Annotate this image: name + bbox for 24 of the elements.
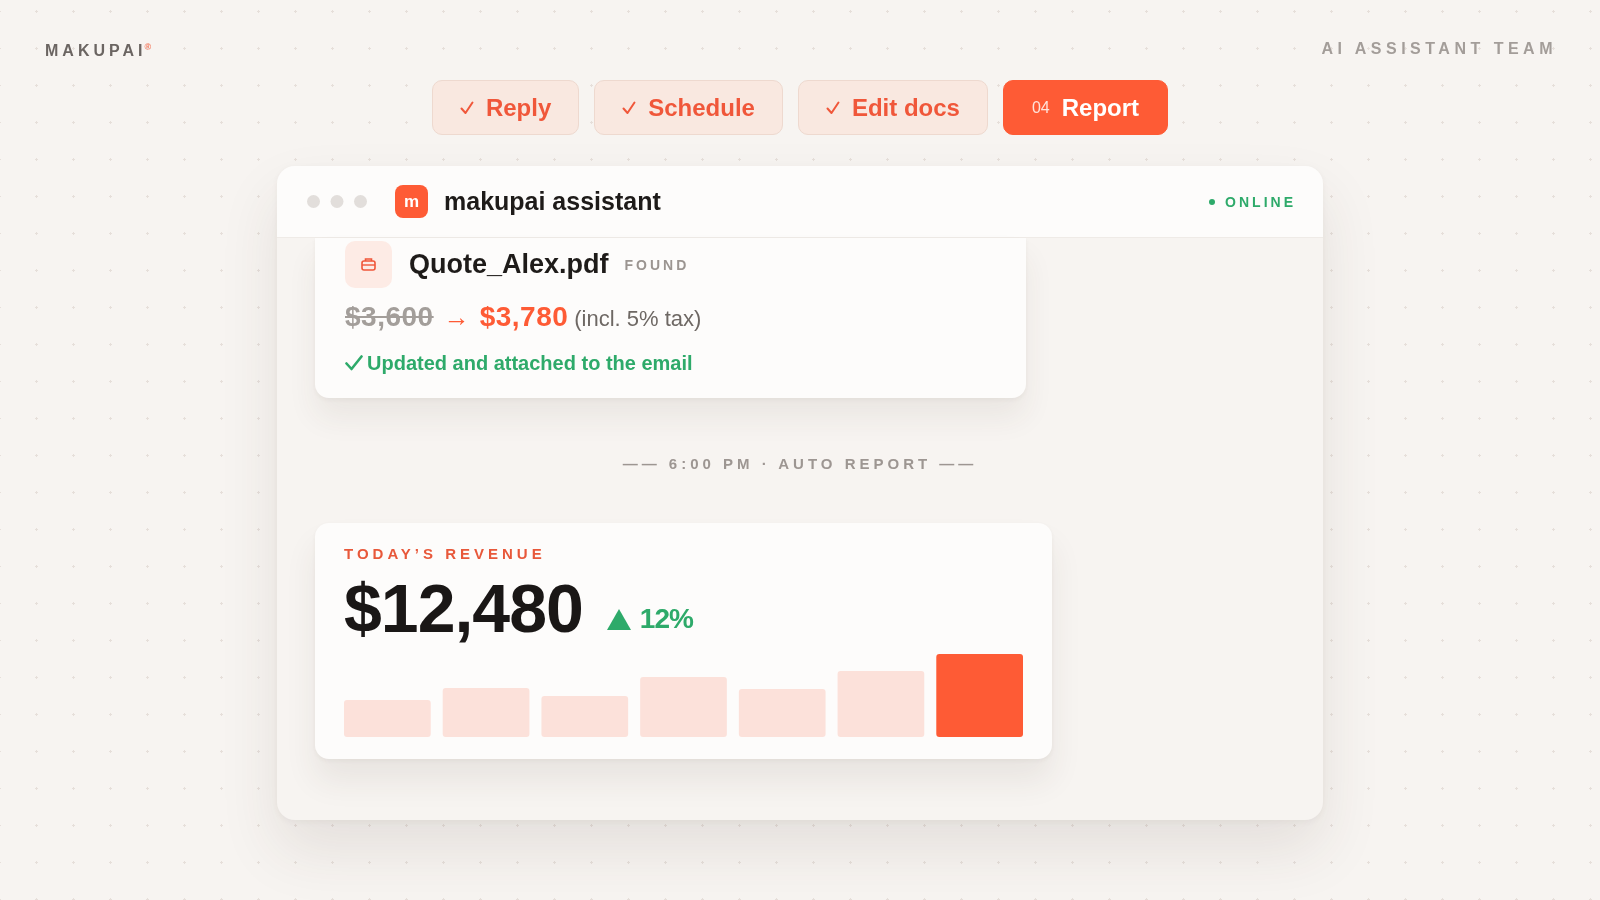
file-name: Quote_Alex.pdf	[409, 249, 609, 280]
revenue-label: TODAY’S REVENUE	[344, 544, 546, 564]
new-price: $3,780	[479, 301, 569, 333]
arrow-symbol: →	[443, 301, 470, 333]
window-title: makupai assistant	[444, 187, 661, 216]
found-label: FOUND	[624, 256, 690, 273]
status-dot-icon	[1209, 198, 1216, 205]
briefcase-icon	[345, 241, 392, 288]
step-tab[interactable]: 04 Report	[1002, 80, 1169, 135]
tax-note: (incl. 5% tax)	[574, 305, 702, 333]
tagline: AI ASSISTANT TEAM	[1321, 39, 1557, 59]
time-divider: —— 6:00 PM · AUTO REPORT ——	[622, 454, 978, 474]
check-icon	[345, 355, 363, 371]
step-tab[interactable]: Schedule	[594, 80, 783, 135]
brand-logo: MAKUPAI$^{®}$	[45, 41, 152, 61]
change-percent: 12%	[639, 603, 693, 635]
step-tab[interactable]: Reply	[431, 80, 580, 135]
app-logo: m	[395, 185, 428, 218]
revenue-amount: $12,480	[344, 574, 583, 642]
old-price: $3,600	[345, 301, 434, 333]
result-message: Updated and attached to the email	[367, 351, 693, 375]
status-label: ONLINE	[1225, 193, 1296, 210]
step-tab[interactable]: Edit docs	[797, 80, 988, 135]
window-dots-icon	[307, 195, 367, 208]
